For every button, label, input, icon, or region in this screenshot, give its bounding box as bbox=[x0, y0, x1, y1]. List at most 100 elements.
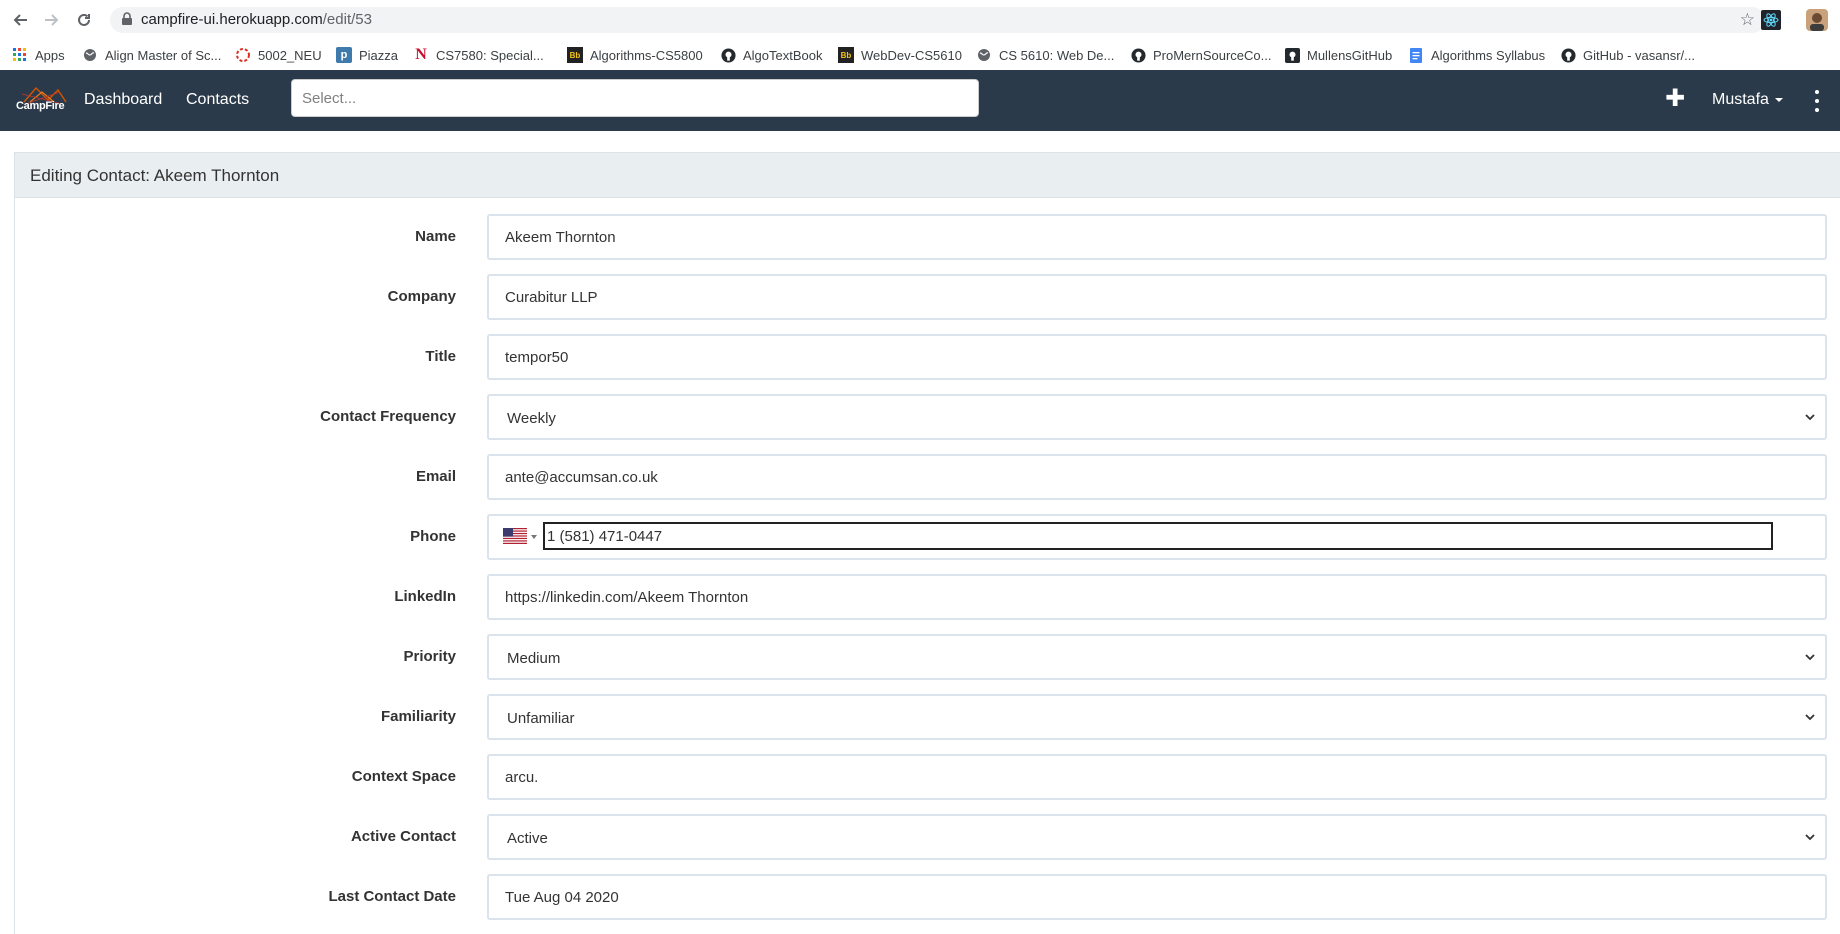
back-arrow-icon[interactable] bbox=[9, 9, 31, 31]
bookmark-piazza[interactable]: p Piazza bbox=[336, 44, 398, 66]
github-icon bbox=[1560, 47, 1576, 63]
chevron-down-icon bbox=[1805, 714, 1815, 721]
title-value: tempor50 bbox=[505, 349, 569, 366]
piazza-icon: p bbox=[336, 47, 352, 63]
brand-name: CampFire bbox=[16, 100, 65, 112]
active-contact-value: Active bbox=[507, 830, 548, 847]
last-contact-date-input[interactable]: Tue Aug 04 2020 bbox=[487, 874, 1827, 920]
familiarity-value: Unfamiliar bbox=[507, 710, 575, 727]
ring-icon bbox=[235, 47, 251, 63]
chevron-down-icon bbox=[1805, 834, 1815, 841]
globe-icon bbox=[82, 47, 98, 63]
field-row-familiarity: Familiarity Unfamiliar bbox=[15, 694, 1840, 740]
bookmark-apps[interactable]: Apps bbox=[12, 44, 65, 66]
company-input[interactable]: Curabitur LLP bbox=[487, 274, 1827, 320]
forward-arrow-icon[interactable] bbox=[41, 9, 63, 31]
apps-grid-icon bbox=[12, 47, 28, 63]
linkedin-value: https://linkedin.com/Akeem Thornton bbox=[505, 589, 749, 606]
react-devtools-icon[interactable] bbox=[1761, 10, 1781, 30]
context-space-label: Context Space bbox=[351, 768, 456, 785]
bookmark-star-icon[interactable]: ☆ bbox=[1740, 10, 1755, 30]
bookmark-algorithms[interactable]: Bb Algorithms-CS5800 bbox=[567, 44, 703, 66]
familiarity-select[interactable]: Unfamiliar bbox=[487, 694, 1827, 740]
company-value: Curabitur LLP bbox=[505, 289, 598, 306]
user-name: Mustafa bbox=[1712, 91, 1769, 108]
reload-icon[interactable] bbox=[73, 9, 95, 31]
last-contact-date-label: Last Contact Date bbox=[328, 888, 456, 905]
title-label: Title bbox=[425, 348, 456, 365]
bookmark-syllabus[interactable]: Algorithms Syllabus bbox=[1408, 44, 1545, 66]
bookmark-5002[interactable]: 5002_NEU bbox=[235, 44, 322, 66]
field-row-title: Title tempor50 bbox=[15, 334, 1840, 380]
field-row-contact-frequency: Contact Frequency Weekly bbox=[15, 394, 1840, 440]
field-row-name: Name Akeem Thornton bbox=[15, 214, 1840, 260]
bookmark-algotextbook[interactable]: AlgoTextBook bbox=[720, 44, 823, 66]
caret-down-icon bbox=[1774, 97, 1783, 102]
name-input[interactable]: Akeem Thornton bbox=[487, 214, 1827, 260]
familiarity-label: Familiarity bbox=[380, 708, 456, 725]
field-row-email: Email ante@accumsan.co.uk bbox=[15, 454, 1840, 500]
name-label: Name bbox=[415, 228, 456, 245]
bookmark-vasansr[interactable]: GitHub - vasansr/... bbox=[1560, 44, 1695, 66]
bookmarks-bar: Apps Align Master of Sc... 5002_NEU p Pi… bbox=[0, 40, 1840, 70]
url-text: campfire-ui.herokuapp.com/edit/53 bbox=[141, 11, 372, 28]
search-placeholder: Select... bbox=[302, 90, 357, 107]
field-row-context-space: Context Space arcu. bbox=[15, 754, 1840, 800]
nav-contacts[interactable]: Contacts bbox=[186, 91, 249, 109]
name-value: Akeem Thornton bbox=[505, 229, 616, 246]
nav-dashboard[interactable]: Dashboard bbox=[84, 91, 162, 109]
company-label: Company bbox=[387, 288, 456, 305]
active-contact-label: Active Contact bbox=[350, 828, 456, 845]
priority-label: Priority bbox=[403, 648, 456, 665]
contact-frequency-value: Weekly bbox=[507, 410, 556, 427]
active-contact-select[interactable]: Active bbox=[487, 814, 1827, 860]
search-select[interactable]: Select... bbox=[291, 79, 979, 117]
bookmark-align[interactable]: Align Master of Sc... bbox=[82, 44, 221, 66]
bookmark-promern[interactable]: ProMernSourceCo... bbox=[1130, 44, 1272, 66]
us-flag-icon[interactable] bbox=[503, 528, 527, 544]
page-title: Editing Contact: Akeem Thornton bbox=[30, 166, 280, 185]
context-space-input[interactable]: arcu. bbox=[487, 754, 1827, 800]
bookmark-mullens[interactable]: MullensGitHub bbox=[1284, 44, 1392, 66]
phone-field: 1 (581) 471-0447 bbox=[487, 514, 1827, 560]
email-value: ante@accumsan.co.uk bbox=[505, 469, 658, 486]
app-navbar: CampFire Dashboard Contacts Select... ✚ … bbox=[0, 70, 1840, 131]
contact-frequency-label: Contact Frequency bbox=[320, 408, 456, 425]
linkedin-input[interactable]: https://linkedin.com/Akeem Thornton bbox=[487, 574, 1827, 620]
chevron-down-icon bbox=[1805, 654, 1815, 661]
northeastern-icon: N bbox=[415, 46, 427, 63]
more-vertical-icon[interactable] bbox=[1812, 88, 1822, 114]
bookmark-cs7580[interactable]: N CS7580: Special... bbox=[413, 44, 543, 66]
blackboard-icon: Bb bbox=[838, 47, 854, 63]
priority-value: Medium bbox=[507, 650, 561, 667]
chevron-down-icon bbox=[1805, 414, 1815, 421]
add-contact-plus-icon[interactable]: ✚ bbox=[1665, 84, 1685, 113]
context-space-value: arcu. bbox=[505, 769, 539, 786]
priority-select[interactable]: Medium bbox=[487, 634, 1827, 680]
phone-value: 1 (581) 471-0447 bbox=[547, 528, 663, 545]
address-bar[interactable]: campfire-ui.herokuapp.com/edit/53 ☆ bbox=[110, 7, 1765, 33]
bookmark-webdev[interactable]: Bb WebDev-CS5610 bbox=[838, 44, 962, 66]
email-label: Email bbox=[415, 468, 456, 485]
lock-icon bbox=[122, 12, 132, 25]
user-menu[interactable]: Mustafa bbox=[1712, 91, 1783, 109]
field-row-last-contact-date: Last Contact Date Tue Aug 04 2020 bbox=[15, 874, 1840, 920]
field-row-priority: Priority Medium bbox=[15, 634, 1840, 680]
email-input[interactable]: ante@accumsan.co.uk bbox=[487, 454, 1827, 500]
github-icon bbox=[1284, 47, 1300, 63]
edit-contact-panel: Editing Contact: Akeem Thornton Name Ake… bbox=[14, 152, 1840, 934]
doc-icon bbox=[1408, 47, 1424, 63]
blackboard-icon: Bb bbox=[567, 47, 583, 63]
github-icon bbox=[720, 47, 736, 63]
bookmark-cs5610[interactable]: CS 5610: Web De... bbox=[976, 44, 1114, 66]
country-caret-icon[interactable] bbox=[531, 535, 537, 539]
contact-frequency-select[interactable]: Weekly bbox=[487, 394, 1827, 440]
phone-label: Phone bbox=[410, 528, 456, 545]
github-icon bbox=[1130, 47, 1146, 63]
title-input[interactable]: tempor50 bbox=[487, 334, 1827, 380]
avatar[interactable] bbox=[1806, 9, 1828, 31]
field-row-linkedin: LinkedIn https://linkedin.com/Akeem Thor… bbox=[15, 574, 1840, 620]
field-row-phone: Phone 1 (581) 471-0447 bbox=[15, 514, 1840, 560]
browser-toolbar: campfire-ui.herokuapp.com/edit/53 ☆ bbox=[0, 0, 1840, 40]
phone-input[interactable]: 1 (581) 471-0447 bbox=[543, 522, 1773, 550]
